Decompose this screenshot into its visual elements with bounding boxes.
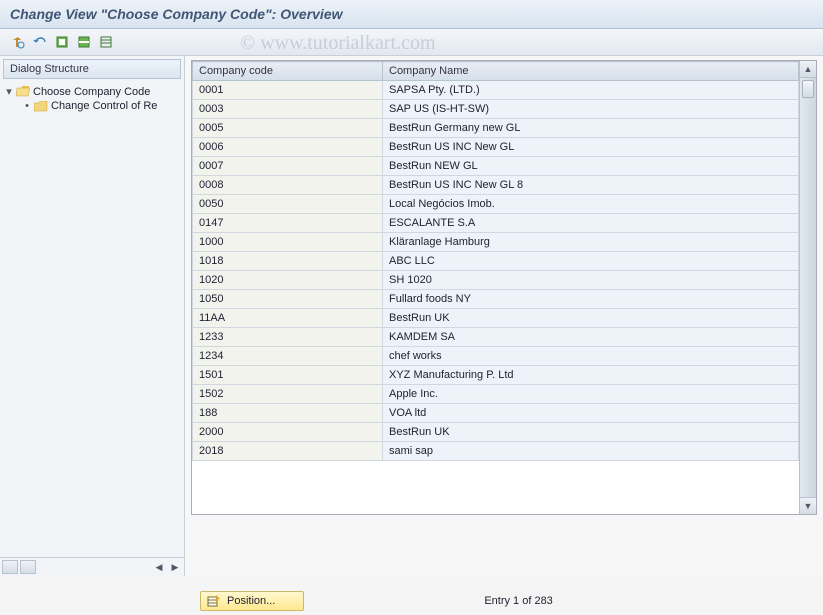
cell-company-code[interactable]: 0003 [193, 100, 383, 119]
table-row[interactable]: 0147ESCALANTE S.A [193, 214, 799, 233]
cell-company-name[interactable]: Kläranlage Hamburg [383, 233, 799, 252]
cell-company-name[interactable]: ESCALANTE S.A [383, 214, 799, 233]
tree-collapse-icon[interactable]: ▾ [4, 85, 14, 98]
cell-company-name[interactable]: BestRun UK [383, 309, 799, 328]
cell-company-name[interactable]: BestRun NEW GL [383, 157, 799, 176]
cell-company-code[interactable]: 1502 [193, 385, 383, 404]
table-row[interactable]: 0008BestRun US INC New GL 8 [193, 176, 799, 195]
table-row[interactable]: 0005BestRun Germany new GL [193, 119, 799, 138]
dialog-structure-panel: Dialog Structure ▾ Choose Company Code •… [0, 56, 185, 576]
cell-company-name[interactable]: BestRun Germany new GL [383, 119, 799, 138]
scroll-thumb[interactable] [802, 80, 814, 98]
page-title: Change View "Choose Company Code": Overv… [0, 0, 823, 29]
hscroll-left-icon[interactable]: ◀ [152, 560, 166, 574]
table-row[interactable]: 2018sami sap [193, 442, 799, 461]
cell-company-code[interactable]: 0007 [193, 157, 383, 176]
table-row[interactable]: 1501XYZ Manufacturing P. Ltd [193, 366, 799, 385]
position-icon [207, 594, 221, 608]
table-row[interactable]: 1233KAMDEM SA [193, 328, 799, 347]
table-row[interactable]: 0050Local Negócios Imob. [193, 195, 799, 214]
entry-status: Entry 1 of 283 [484, 595, 553, 607]
cell-company-name[interactable]: Local Negócios Imob. [383, 195, 799, 214]
cell-company-code[interactable]: 11AA [193, 309, 383, 328]
table-row[interactable]: 188VOA ltd [193, 404, 799, 423]
toolbar [0, 29, 823, 56]
select-block-icon[interactable] [74, 32, 94, 52]
table-row[interactable]: 2000BestRun UK [193, 423, 799, 442]
undo-icon[interactable] [30, 32, 50, 52]
folder-closed-icon [34, 100, 48, 112]
panel-mini-button-1[interactable] [2, 560, 18, 574]
folder-open-icon [16, 86, 30, 98]
position-button-label: Position... [227, 595, 275, 607]
cell-company-code[interactable]: 0006 [193, 138, 383, 157]
scroll-up-icon[interactable]: ▲ [800, 61, 816, 78]
table-row[interactable]: 1234chef works [193, 347, 799, 366]
cell-company-name[interactable]: BestRun UK [383, 423, 799, 442]
select-all-icon[interactable] [52, 32, 72, 52]
left-panel-footer: ◀ ▶ [0, 557, 184, 576]
vertical-scrollbar[interactable]: ▲ ▼ [799, 61, 816, 514]
cell-company-name[interactable]: XYZ Manufacturing P. Ltd [383, 366, 799, 385]
company-code-table: Company code Company Name 0001SAPSA Pty.… [191, 60, 817, 515]
panel-mini-button-2[interactable] [20, 560, 36, 574]
table-row[interactable]: 11AABestRun UK [193, 309, 799, 328]
col-header-code[interactable]: Company code [193, 62, 383, 81]
cell-company-code[interactable]: 1233 [193, 328, 383, 347]
cell-company-code[interactable]: 1020 [193, 271, 383, 290]
cell-company-name[interactable]: Fullard foods NY [383, 290, 799, 309]
cell-company-name[interactable]: Apple Inc. [383, 385, 799, 404]
cell-company-code[interactable]: 0005 [193, 119, 383, 138]
cell-company-name[interactable]: BestRun US INC New GL 8 [383, 176, 799, 195]
dialog-tree: ▾ Choose Company Code • Change Control o… [0, 82, 184, 115]
scroll-track[interactable] [800, 78, 816, 497]
cell-company-name[interactable]: SAP US (IS-HT-SW) [383, 100, 799, 119]
cell-company-code[interactable]: 1018 [193, 252, 383, 271]
tree-item-change-control[interactable]: • Change Control of Re [4, 99, 180, 113]
cell-company-code[interactable]: 188 [193, 404, 383, 423]
cell-company-code[interactable]: 0050 [193, 195, 383, 214]
cell-company-code[interactable]: 1050 [193, 290, 383, 309]
cell-company-name[interactable]: VOA ltd [383, 404, 799, 423]
table-row[interactable]: 1000Kläranlage Hamburg [193, 233, 799, 252]
tree-item-label: Change Control of Re [51, 100, 157, 112]
cell-company-name[interactable]: ABC LLC [383, 252, 799, 271]
cell-company-code[interactable]: 1000 [193, 233, 383, 252]
cell-company-code[interactable]: 0001 [193, 81, 383, 100]
hscroll-right-icon[interactable]: ▶ [168, 560, 182, 574]
tree-item-label: Choose Company Code [33, 86, 150, 98]
scroll-down-icon[interactable]: ▼ [800, 497, 816, 514]
table-row[interactable]: 1020SH 1020 [193, 271, 799, 290]
cell-company-name[interactable]: chef works [383, 347, 799, 366]
table-row[interactable]: 1018ABC LLC [193, 252, 799, 271]
table-row[interactable]: 1050Fullard foods NY [193, 290, 799, 309]
cell-company-code[interactable]: 2000 [193, 423, 383, 442]
position-button[interactable]: Position... [200, 591, 304, 611]
cell-company-name[interactable]: SH 1020 [383, 271, 799, 290]
table-row[interactable]: 0007BestRun NEW GL [193, 157, 799, 176]
cell-company-code[interactable]: 2018 [193, 442, 383, 461]
cell-company-name[interactable]: SAPSA Pty. (LTD.) [383, 81, 799, 100]
table-row[interactable]: 0003SAP US (IS-HT-SW) [193, 100, 799, 119]
cell-company-code[interactable]: 0008 [193, 176, 383, 195]
deselect-all-icon[interactable] [96, 32, 116, 52]
tree-bullet-icon: • [22, 100, 32, 112]
cell-company-code[interactable]: 1234 [193, 347, 383, 366]
cell-company-name[interactable]: sami sap [383, 442, 799, 461]
table-row[interactable]: 1502Apple Inc. [193, 385, 799, 404]
cell-company-code[interactable]: 1501 [193, 366, 383, 385]
table-row[interactable]: 0006BestRun US INC New GL [193, 138, 799, 157]
dialog-structure-header: Dialog Structure [3, 59, 181, 79]
toggle-display-icon[interactable] [8, 32, 28, 52]
col-header-name[interactable]: Company Name [383, 62, 799, 81]
tree-item-choose-company-code[interactable]: ▾ Choose Company Code [4, 84, 180, 99]
table-row[interactable]: 0001SAPSA Pty. (LTD.) [193, 81, 799, 100]
cell-company-name[interactable]: KAMDEM SA [383, 328, 799, 347]
cell-company-name[interactable]: BestRun US INC New GL [383, 138, 799, 157]
cell-company-code[interactable]: 0147 [193, 214, 383, 233]
